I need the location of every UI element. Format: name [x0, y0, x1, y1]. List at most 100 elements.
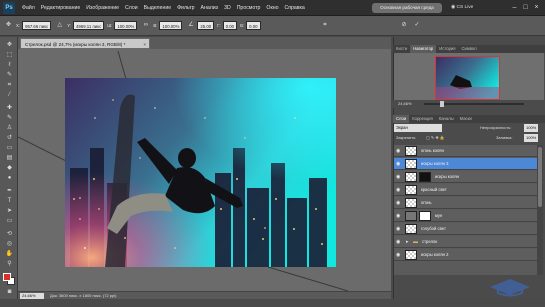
cancel-transform-icon[interactable]: ⊘ — [400, 21, 409, 30]
x-field[interactable]: 957.66 пикс — [22, 21, 52, 30]
gradient-tool-icon[interactable]: ▤ — [5, 154, 14, 162]
menu-select[interactable]: Выделение — [141, 0, 175, 16]
layer-row[interactable]: ◉ огонь колян — [394, 145, 537, 157]
foreground-color-swatch[interactable] — [3, 273, 11, 281]
shape-tool-icon[interactable]: ▭ — [5, 217, 14, 225]
history-brush-tool-icon[interactable]: ↺ — [5, 134, 14, 142]
cs-live-button[interactable]: ◉ CS Live — [451, 3, 473, 13]
close-icon[interactable]: × — [532, 3, 541, 12]
eraser-tool-icon[interactable]: ▭ — [5, 144, 14, 152]
visibility-eye-icon[interactable]: ◉ — [396, 174, 402, 180]
commit-transform-icon[interactable]: ✓ — [413, 21, 422, 30]
layer-row[interactable]: ◉ искры колян — [394, 171, 537, 183]
3d-rotate-tool-icon[interactable]: ⟲ — [5, 230, 14, 238]
hand-tool-icon[interactable]: ✋ — [5, 250, 14, 258]
lasso-tool-icon[interactable]: ℓ — [5, 61, 14, 69]
h-skew-label: Г: — [217, 23, 221, 28]
navigator-zoom-slider-handle[interactable] — [440, 101, 444, 107]
chain-icon[interactable]: ∞ — [141, 21, 150, 30]
menu-window[interactable]: Окно — [263, 0, 281, 16]
menu-file[interactable]: Файл — [19, 0, 38, 16]
layer-thumbnail — [405, 159, 417, 169]
menu-image[interactable]: Изображение — [83, 0, 122, 16]
3d-camera-tool-icon[interactable]: ◎ — [5, 240, 14, 248]
artwork-image — [65, 78, 336, 267]
workspace-button[interactable]: Основная рабочая среда — [372, 3, 442, 13]
type-tool-icon[interactable]: T — [5, 197, 14, 205]
y-field[interactable]: 4969.11 пикс — [73, 21, 105, 30]
layer-row[interactable]: ◉ красный свет — [394, 184, 537, 196]
tab-layers[interactable]: Слои — [393, 115, 410, 123]
maximize-icon[interactable]: □ — [521, 3, 530, 12]
marquee-tool-icon[interactable]: ⬚ — [5, 51, 14, 59]
link-icon[interactable]: △ — [55, 21, 64, 30]
tab-masks[interactable]: Маски — [457, 115, 475, 123]
menu-filter[interactable]: Фильтр — [174, 0, 197, 16]
menu-edit[interactable]: Редактирование — [38, 0, 84, 16]
h-skew-field[interactable]: 0.00 — [222, 21, 238, 30]
tab-character[interactable]: Символ — [459, 45, 480, 53]
blend-mode-select[interactable]: Экран — [394, 124, 442, 132]
tab-brushes[interactable]: Кисти — [393, 45, 410, 53]
navigator-zoom-slider[interactable] — [424, 103, 524, 105]
eyedropper-tool-icon[interactable]: ⁄ — [5, 91, 14, 99]
tab-channels[interactable]: Каналы — [436, 115, 457, 123]
visibility-eye-icon[interactable]: ◉ — [396, 226, 402, 232]
layer-row[interactable]: ◉ искры колян 2 — [394, 249, 537, 261]
lock-label: Закрепить: — [396, 135, 417, 140]
stamp-tool-icon[interactable]: ♙ — [5, 124, 14, 132]
visibility-eye-icon[interactable]: ◉ — [396, 187, 402, 193]
layer-thumbnail — [405, 224, 417, 234]
w-field[interactable]: 100.00% — [114, 21, 138, 30]
healing-tool-icon[interactable]: ✚ — [5, 104, 14, 112]
angle-field[interactable]: 25.00 — [197, 21, 215, 30]
visibility-eye-icon[interactable]: ◉ — [396, 239, 402, 245]
document-image[interactable] — [65, 78, 336, 267]
layer-row[interactable]: ◉ мун — [394, 210, 537, 222]
layer-thumbnail — [405, 198, 417, 208]
fill-field[interactable]: 100% — [524, 134, 539, 142]
brush-tool-icon[interactable]: ✎ — [5, 114, 14, 122]
visibility-eye-icon[interactable]: ◉ — [396, 148, 402, 154]
blur-tool-icon[interactable]: ◆ — [5, 164, 14, 172]
visibility-eye-icon[interactable]: ◉ — [396, 252, 402, 258]
layer-row-selected[interactable]: ◉ искры колян 3 — [394, 158, 537, 170]
move-tool-icon[interactable]: ✥ — [5, 41, 14, 49]
layer-row[interactable]: ◉ голубой свет — [394, 223, 537, 235]
layer-thumbnail — [405, 185, 417, 195]
tab-history[interactable]: История — [436, 45, 458, 53]
layer-row[interactable]: ◉ огонь — [394, 197, 537, 209]
minimize-icon[interactable]: – — [510, 3, 519, 12]
tab-navigator[interactable]: Навигатор — [410, 45, 437, 53]
navigator-zoom-value[interactable]: 24,66% — [398, 101, 412, 107]
layer-group-row[interactable]: ◉ ▸ ▬ стрелок — [394, 236, 537, 248]
v-skew-field[interactable]: 0.00 — [246, 21, 261, 30]
document-tab[interactable]: Стрелок.psd @ 24,7% (искры колян 3, RGB/… — [20, 38, 150, 49]
tab-adjustments[interactable]: Коррекция — [409, 115, 436, 123]
layers-scrollbar-thumb[interactable] — [538, 147, 542, 207]
v-skew-label: В: — [240, 23, 245, 28]
menu-view[interactable]: Просмотр — [234, 0, 264, 16]
lock-icons[interactable]: ▢ ✎ ✥ 🔒 — [426, 134, 445, 142]
menu-analysis[interactable]: Анализ — [198, 0, 222, 16]
h-field[interactable]: 100.00% — [159, 21, 183, 30]
path-select-tool-icon[interactable]: ➤ — [5, 207, 14, 215]
menu-layers[interactable]: Слои — [122, 0, 141, 16]
menu-3d[interactable]: 3D — [221, 0, 234, 16]
crop-tool-icon[interactable]: ⌗ — [5, 81, 14, 89]
quick-select-tool-icon[interactable]: ✎ — [5, 71, 14, 79]
visibility-eye-icon[interactable]: ◉ — [396, 213, 402, 219]
menu-help[interactable]: Справка — [281, 0, 307, 16]
warp-icon[interactable]: ⌗ — [321, 21, 330, 30]
opacity-field[interactable]: 100% — [524, 124, 539, 132]
quick-mask-icon[interactable]: ◙ — [5, 288, 14, 296]
layer-thumbnail — [405, 146, 417, 156]
dodge-tool-icon[interactable]: ● — [5, 174, 14, 182]
group-expand-icon[interactable]: ▸ — [406, 238, 409, 246]
pen-tool-icon[interactable]: ✒ — [5, 187, 14, 195]
layer-name: огонь колян — [421, 148, 444, 153]
zoom-tool-icon[interactable]: ⚲ — [5, 260, 14, 268]
visibility-eye-icon[interactable]: ◉ — [396, 200, 402, 206]
visibility-eye-icon[interactable]: ◉ — [396, 161, 402, 167]
navigator-thumbnail[interactable] — [435, 56, 500, 100]
